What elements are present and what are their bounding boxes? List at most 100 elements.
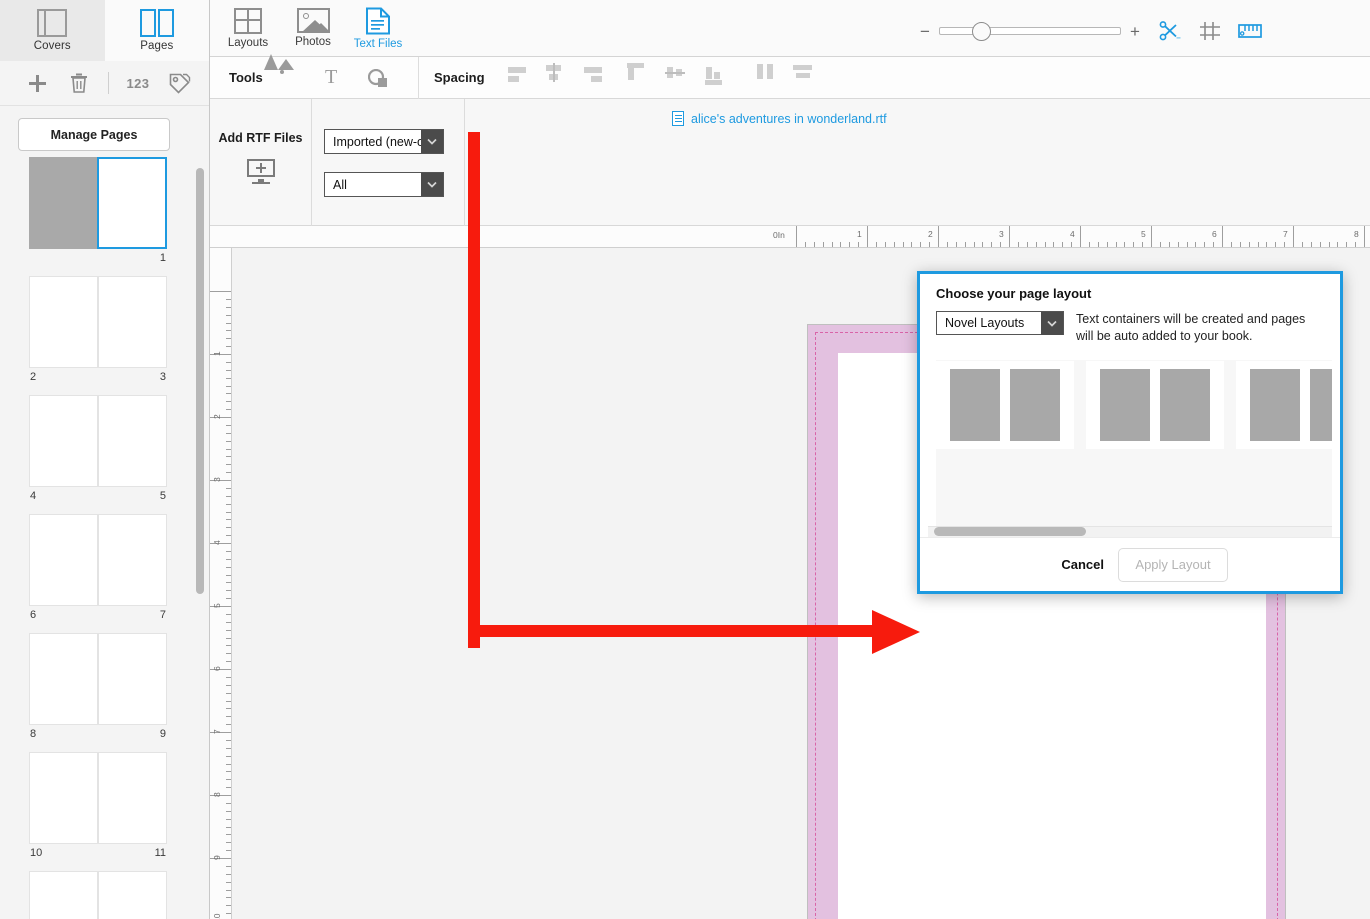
layout-gallery[interactable]	[936, 360, 1332, 526]
page-thumbnail-left[interactable]	[29, 871, 98, 919]
toolbar-item-text-files[interactable]: Text Files	[344, 2, 412, 54]
import-from-computer-icon[interactable]	[246, 159, 275, 184]
ruler-tick	[1026, 242, 1028, 247]
sidebar-tab-covers[interactable]: Covers	[0, 0, 105, 61]
align-top-icon[interactable]	[627, 63, 651, 85]
align-center-horizontal-icon[interactable]	[543, 63, 567, 87]
align-bottom-icon[interactable]	[705, 63, 729, 85]
page-thumbnail-spread[interactable]: 10 11	[29, 752, 167, 863]
spread-pages	[29, 395, 167, 487]
align-right-icon[interactable]	[578, 67, 602, 89]
page-thumbnail-right[interactable]	[97, 157, 167, 249]
ruler-tick	[226, 487, 231, 489]
page-thumbnail-right[interactable]	[98, 752, 167, 844]
distribute-horizontal-icon[interactable]	[756, 64, 780, 86]
page-thumbnail-spread[interactable]: 89	[29, 633, 167, 744]
add-shape-tool-button[interactable]	[367, 68, 390, 93]
horizontal-ruler[interactable]: 0In 1 2 3 4 5 6 7 8	[210, 226, 1370, 248]
page-thumbnail-left[interactable]	[29, 395, 98, 487]
page-thumbnail-left[interactable]	[29, 514, 98, 606]
rtf-file-item[interactable]: alice's adventures in wonderland.rtf	[672, 111, 887, 126]
page-thumbnail-spread[interactable]	[29, 871, 167, 919]
text-file-icon	[366, 7, 390, 34]
ruler-tick	[1239, 242, 1241, 247]
page-thumbnail-right[interactable]	[98, 276, 167, 368]
ruler-tick	[1222, 226, 1223, 247]
add-page-button[interactable]	[16, 63, 58, 103]
zoom-slider-knob[interactable]	[972, 22, 991, 41]
layout-card-2[interactable]	[1086, 361, 1224, 449]
ruler-tick	[226, 842, 231, 844]
ruler-tick	[226, 621, 231, 623]
page-thumbnail-spread[interactable]: 45	[29, 395, 167, 506]
page-thumbnail-right[interactable]	[98, 871, 167, 919]
vertical-ruler[interactable]: 1 2 3 4 5 6 7 8 9 10	[210, 248, 232, 919]
page-thumbnail-right[interactable]	[98, 395, 167, 487]
ruler-tick	[226, 590, 231, 592]
ruler-icon[interactable]	[1235, 18, 1265, 44]
layout-gallery-scroll-thumb[interactable]	[934, 527, 1086, 536]
manage-pages-button[interactable]: Manage Pages	[18, 118, 170, 151]
zoom-in-button[interactable]: +	[1125, 23, 1145, 40]
spread-pages	[29, 871, 167, 919]
ruler-tick-label: 1	[857, 229, 862, 239]
page-numbers-button[interactable]: 123	[117, 63, 159, 103]
grid-icon[interactable]	[1195, 18, 1225, 44]
toolbar-item-photos[interactable]: Photos	[279, 2, 347, 54]
ruler-tick	[1248, 242, 1250, 247]
ruler-tick	[226, 826, 231, 828]
tag-pages-button[interactable]	[159, 63, 201, 103]
ruler-tick	[226, 684, 231, 686]
red-arrow-annotation-head	[872, 610, 920, 654]
ruler-origin-label: 0In	[773, 230, 785, 240]
page-thumbnail-spread[interactable]: 67	[29, 514, 167, 625]
rtf-source-select[interactable]: Imported (new-ol	[324, 129, 444, 154]
sidebar-tab-pages[interactable]: Pages	[104, 0, 209, 61]
page-thumbnail-left[interactable]	[29, 157, 97, 249]
ruler-tick	[226, 432, 231, 434]
page-thumbnail-spread[interactable]: 1	[29, 157, 167, 268]
add-text-tool-button[interactable]: T	[325, 66, 337, 89]
ruler-tick	[226, 369, 231, 371]
page-thumbnail-spread[interactable]: 23	[29, 276, 167, 387]
page-thumbnail-left[interactable]	[29, 276, 98, 368]
rtf-filters: Imported (new-ol All	[313, 99, 465, 226]
page-thumbnail-left[interactable]	[29, 633, 98, 725]
layouts-grid-icon	[234, 7, 262, 34]
page-thumbnail-left[interactable]	[29, 752, 98, 844]
cancel-button[interactable]: Cancel	[1061, 557, 1104, 572]
layout-card-1[interactable]	[936, 361, 1074, 449]
page-thumbnail-right[interactable]	[98, 633, 167, 725]
align-middle-vertical-icon[interactable]	[665, 63, 689, 85]
ruler-tick	[226, 550, 231, 552]
distribute-vertical-icon[interactable]	[793, 65, 817, 87]
zoom-out-button[interactable]: −	[915, 23, 935, 40]
crop-trim-icon[interactable]	[1155, 18, 1185, 44]
layout-category-select[interactable]: Novel Layouts	[936, 311, 1064, 335]
ruler-tick	[822, 242, 824, 247]
ruler-tick	[226, 582, 231, 584]
ruler-tick	[1275, 242, 1277, 247]
ruler-tick-label: 10	[212, 913, 222, 919]
delete-page-button[interactable]	[58, 63, 100, 103]
ruler-tick-label: 3	[999, 229, 1004, 239]
ruler-tick	[796, 226, 797, 247]
align-left-icon[interactable]	[508, 67, 532, 89]
ruler-tick	[991, 242, 993, 247]
rtf-filter-select[interactable]: All	[324, 172, 444, 197]
ruler-tick	[226, 558, 231, 560]
sidebar-scrollbar[interactable]	[196, 168, 204, 594]
layout-card-3[interactable]	[1236, 361, 1332, 449]
ruler-tick	[840, 242, 842, 247]
ruler-tick	[226, 834, 231, 836]
zoom-slider-track[interactable]	[939, 22, 1121, 41]
spread-pages	[29, 514, 167, 606]
toolbar-item-layouts[interactable]: Layouts	[214, 2, 282, 54]
apply-layout-button[interactable]: Apply Layout	[1118, 547, 1228, 582]
page-thumbnail-right[interactable]	[98, 514, 167, 606]
sidebar-tab-pages-label: Pages	[140, 40, 174, 52]
rtf-filter-value: All	[333, 177, 347, 192]
tools-spacing-bar: Tools T Spacing	[210, 54, 1370, 99]
ruler-tick	[1088, 242, 1090, 247]
page-thumbnails-list[interactable]: 1 2 3 4 5 6 7 8 9 10 11	[0, 157, 209, 919]
